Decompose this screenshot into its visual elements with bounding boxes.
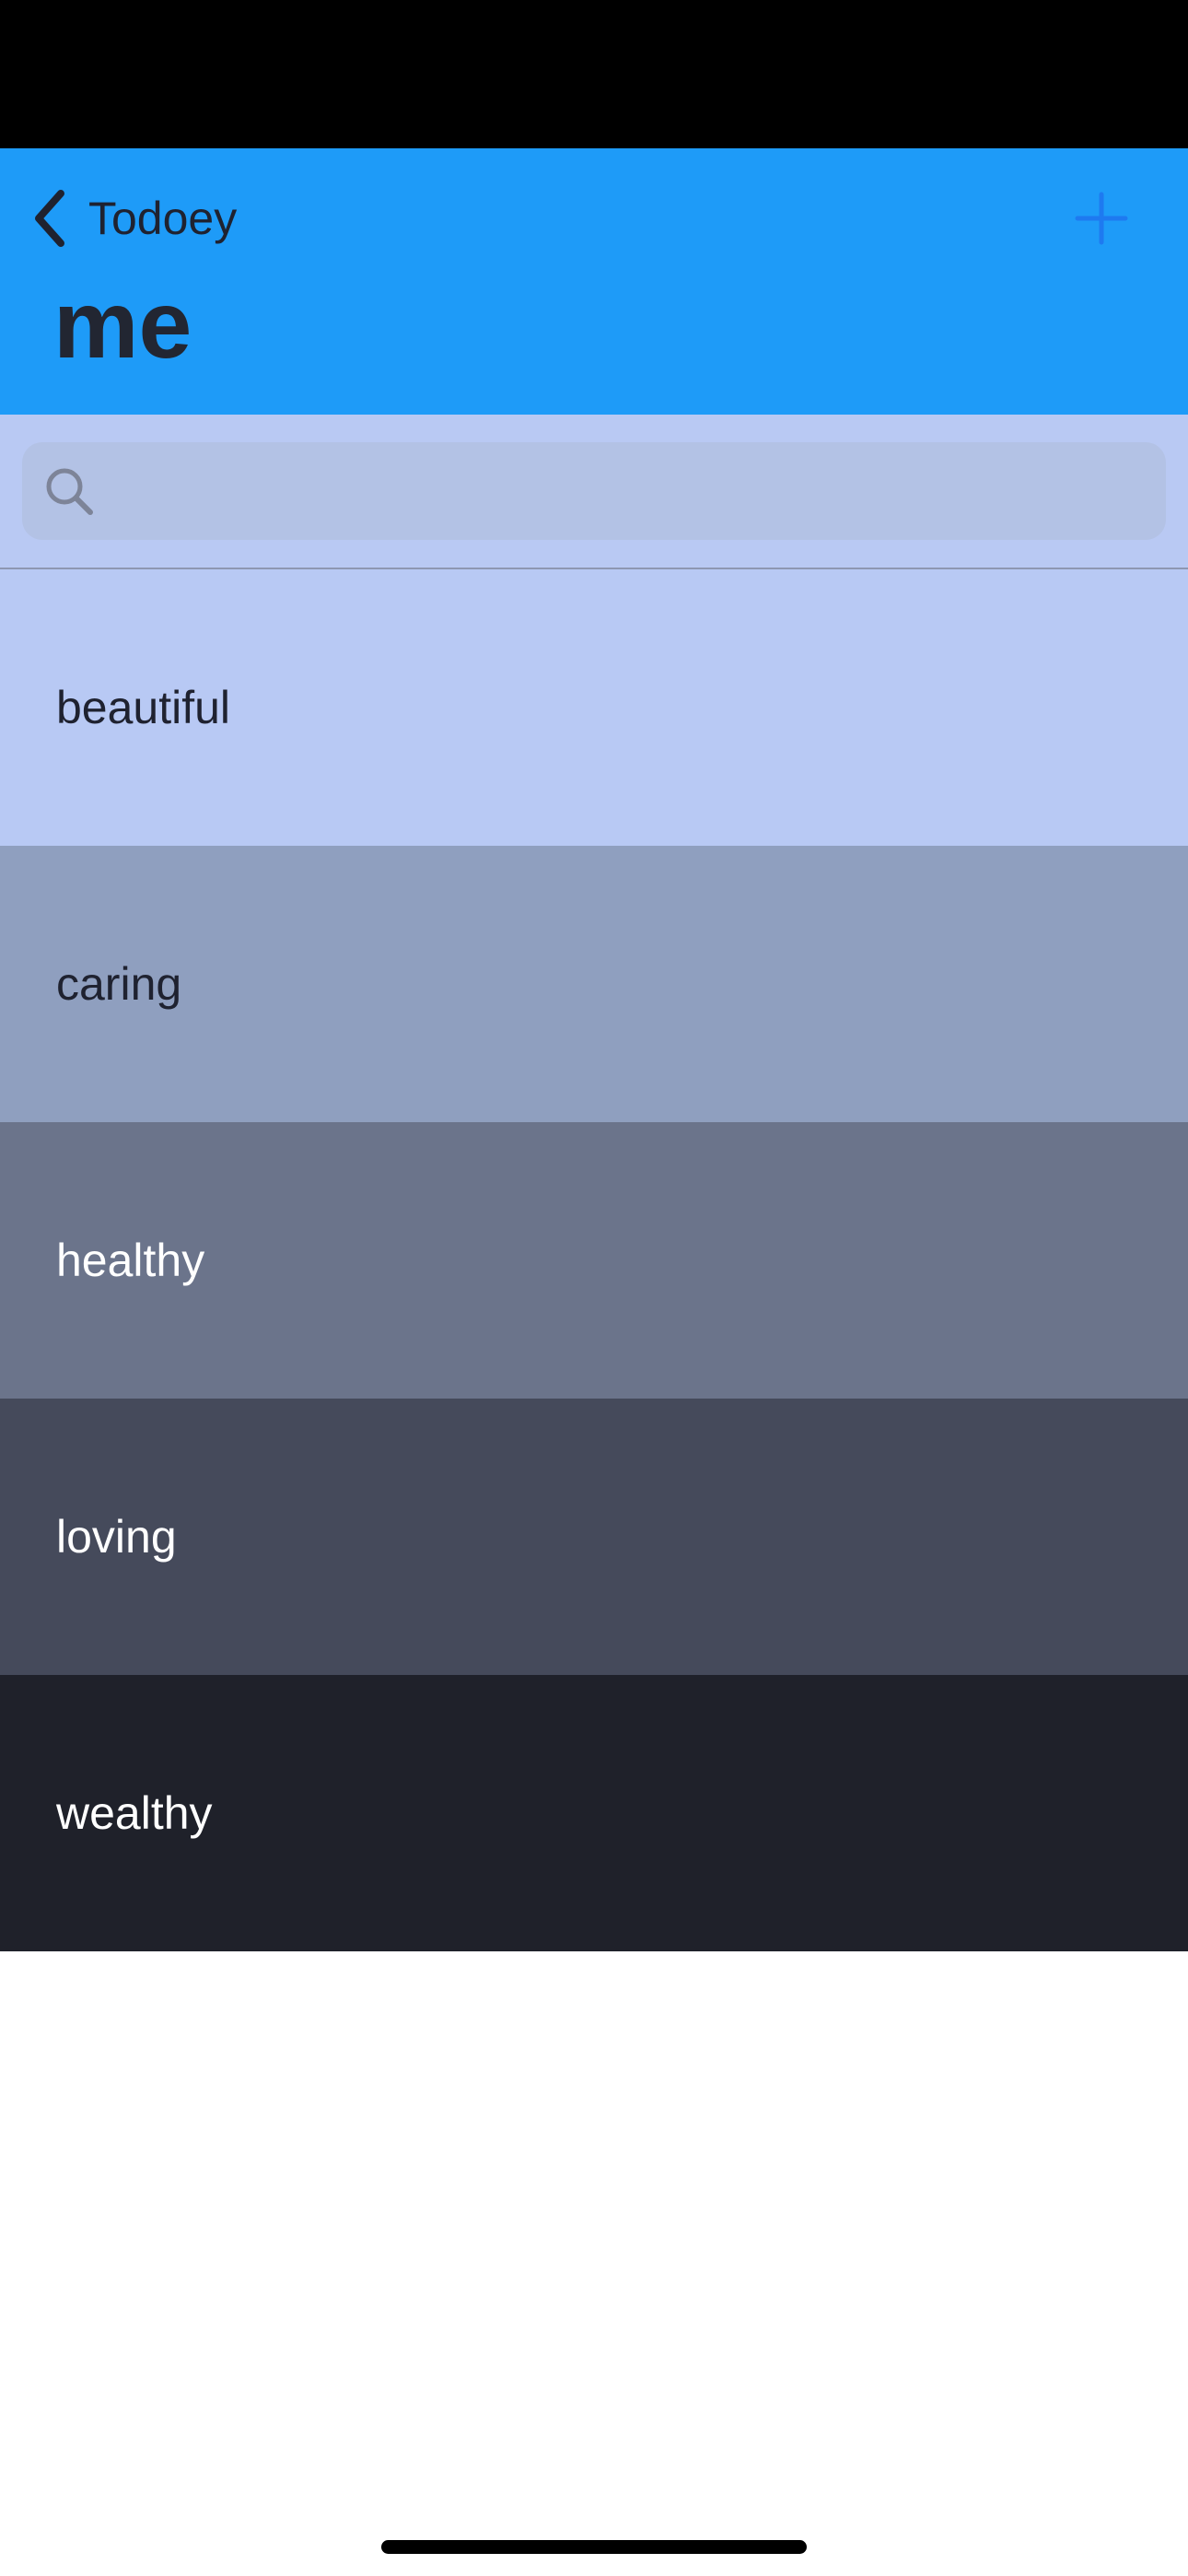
list-item[interactable]: beautiful (0, 569, 1188, 846)
search-input[interactable] (96, 441, 1166, 541)
list-item-label: beautiful (56, 682, 231, 733)
list-item[interactable]: wealthy (0, 1675, 1188, 1951)
search-icon (46, 468, 93, 515)
list-item-label: caring (56, 958, 182, 1010)
list-item[interactable]: healthy (0, 1122, 1188, 1399)
item-list: beautiful caring healthy loving wealthy (0, 569, 1188, 1951)
chevron-left-icon (35, 190, 64, 247)
status-bar (0, 0, 1188, 148)
list-item-label: wealthy (56, 1787, 213, 1839)
search-bar (0, 415, 1188, 568)
list-item-label: healthy (56, 1235, 205, 1286)
plus-icon (1075, 192, 1128, 245)
list-item-label: loving (56, 1511, 177, 1563)
navigation-bar: Todoey me (0, 148, 1188, 415)
back-button-label: Todoey (88, 193, 238, 244)
list-item[interactable]: caring (0, 846, 1188, 1122)
list-item[interactable]: loving (0, 1399, 1188, 1675)
add-item-button[interactable] (1065, 181, 1138, 255)
page-title: me (53, 272, 192, 379)
back-button[interactable]: Todoey (28, 176, 237, 261)
home-indicator (381, 2540, 807, 2554)
search-field[interactable] (22, 441, 1166, 541)
